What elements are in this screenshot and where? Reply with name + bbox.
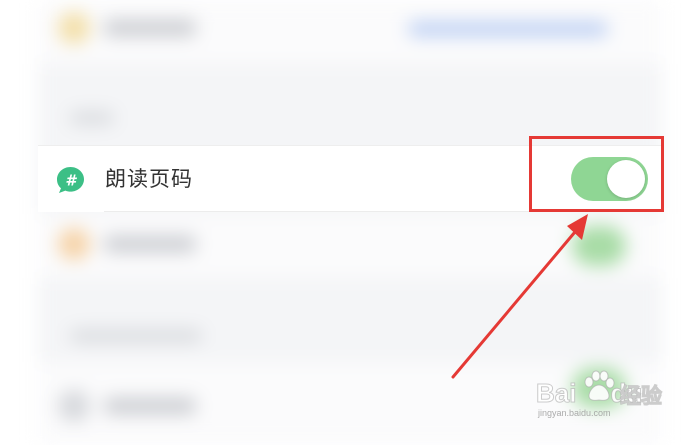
blurred-toggle xyxy=(572,226,626,266)
blurred-label xyxy=(104,398,196,414)
screen-background xyxy=(38,0,662,445)
baidu-jingyan-watermark: Bai du 经验 jingyan.baidu.com xyxy=(535,370,686,420)
blurred-label xyxy=(104,20,196,36)
blurred-row-top xyxy=(38,0,662,64)
blurred-label xyxy=(104,236,196,252)
watermark-product: 经验 xyxy=(620,384,663,409)
setting-row-read-page-number: # 朗读页码 xyxy=(38,145,662,212)
blurred-row-middle xyxy=(38,214,662,278)
blurred-background xyxy=(0,0,698,445)
blurred-icon-gray xyxy=(58,390,90,422)
row-divider xyxy=(104,211,662,212)
blurred-icon-yellow xyxy=(58,12,90,44)
watermark-brand-suffix: du xyxy=(610,378,643,409)
watermark-brand: Bai du xyxy=(535,378,643,409)
svg-text:#: # xyxy=(65,171,77,189)
read-page-number-toggle[interactable] xyxy=(571,157,648,201)
setting-label: 朗读页码 xyxy=(105,167,193,191)
toggle-knob xyxy=(607,160,645,198)
blurred-blue-bar xyxy=(408,22,608,36)
hash-speech-bubble-icon: # xyxy=(55,165,86,195)
paw-icon xyxy=(580,370,616,404)
blurred-row-bottom xyxy=(38,362,662,445)
blurred-toggle xyxy=(572,368,626,408)
blurred-icon-orange xyxy=(58,228,90,260)
watermark-url: jingyan.baidu.com xyxy=(538,408,611,418)
watermark-brand-text: Bai xyxy=(535,378,577,409)
blurred-section-header xyxy=(70,330,202,342)
annotation-arrow xyxy=(451,214,588,379)
blurred-section-header xyxy=(70,112,114,124)
